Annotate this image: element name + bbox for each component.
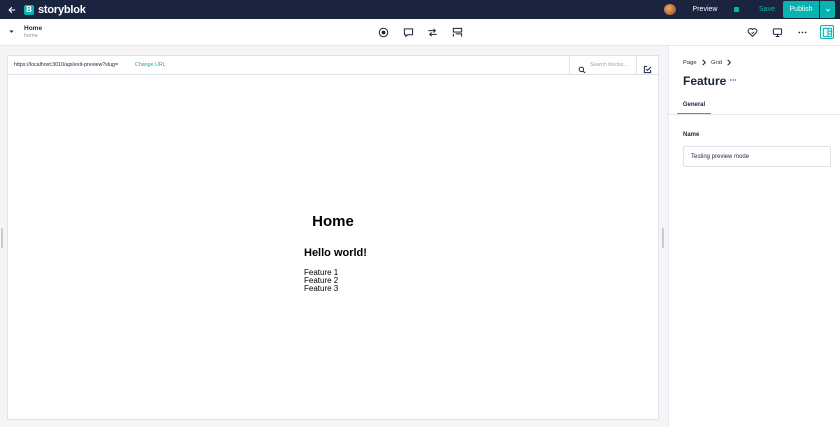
- visual-preview: https://localhost:3010/api/exit-preview?…: [7, 55, 659, 420]
- caret-down-icon: [9, 30, 14, 33]
- chevron-right-icon: [726, 59, 732, 68]
- monitor-icon[interactable]: [771, 26, 783, 38]
- preview-url: https://localhost:3010/api/exit-preview?…: [14, 62, 119, 68]
- tab-general[interactable]: General: [677, 98, 711, 115]
- storyblok-logo[interactable]: B storyblok: [24, 4, 86, 16]
- user-avatar[interactable]: [664, 4, 676, 15]
- publish-button[interactable]: Publish: [783, 1, 819, 18]
- chevron-down-icon: [825, 8, 830, 11]
- story-slug: home: [24, 33, 38, 39]
- feature-list: Feature 1 Feature 2 Feature 3: [304, 269, 338, 293]
- editor-toolbar: Home home: [0, 19, 840, 46]
- block-title: Feature: [683, 74, 727, 88]
- switch-icon[interactable]: [427, 27, 438, 38]
- preview-button[interactable]: Preview: [689, 0, 721, 19]
- left-resize-handle[interactable]: [1, 228, 3, 248]
- layout-icon[interactable]: [820, 25, 834, 39]
- page-heading[interactable]: Home: [8, 213, 658, 230]
- chevron-right-icon: [701, 59, 707, 68]
- feature-item[interactable]: Feature 3: [304, 285, 338, 293]
- breadcrumb-grid[interactable]: Grid: [711, 60, 722, 66]
- name-field[interactable]: Testing preview mode: [683, 146, 831, 167]
- comment-icon[interactable]: [403, 27, 414, 38]
- story-menu-toggle[interactable]: [8, 28, 15, 37]
- name-field-label: Name: [683, 132, 700, 138]
- publish-options-button[interactable]: [820, 1, 835, 18]
- back-arrow-icon[interactable]: [0, 0, 24, 19]
- breadcrumb-page[interactable]: Page: [683, 60, 697, 66]
- preview-page: Home Hello world! Feature 1 Feature 2 Fe…: [8, 75, 658, 419]
- heart-icon[interactable]: [746, 26, 758, 38]
- target-icon[interactable]: [378, 27, 389, 38]
- block-more-icon[interactable]: [729, 76, 737, 86]
- status-indicator: [734, 7, 739, 12]
- page-subheading[interactable]: Hello world!: [304, 247, 367, 259]
- blocks-icon[interactable]: [452, 27, 463, 38]
- story-name: Home: [24, 25, 43, 32]
- change-url-link[interactable]: Change URL: [135, 62, 166, 68]
- tabs-divider: [669, 114, 840, 115]
- search-placeholder: Search blocks...: [590, 62, 628, 68]
- right-resize-handle[interactable]: [662, 228, 664, 248]
- more-icon[interactable]: [796, 26, 808, 38]
- logo-text: storyblok: [38, 3, 86, 16]
- preview-url-bar: https://localhost:3010/api/exit-preview?…: [8, 56, 658, 75]
- block-editor-panel: Page Grid Feature General Name Testing p…: [668, 46, 840, 427]
- logo-mark: B: [24, 4, 34, 15]
- search-blocks-input[interactable]: Search blocks...: [569, 56, 637, 75]
- save-button[interactable]: Save: [758, 0, 776, 19]
